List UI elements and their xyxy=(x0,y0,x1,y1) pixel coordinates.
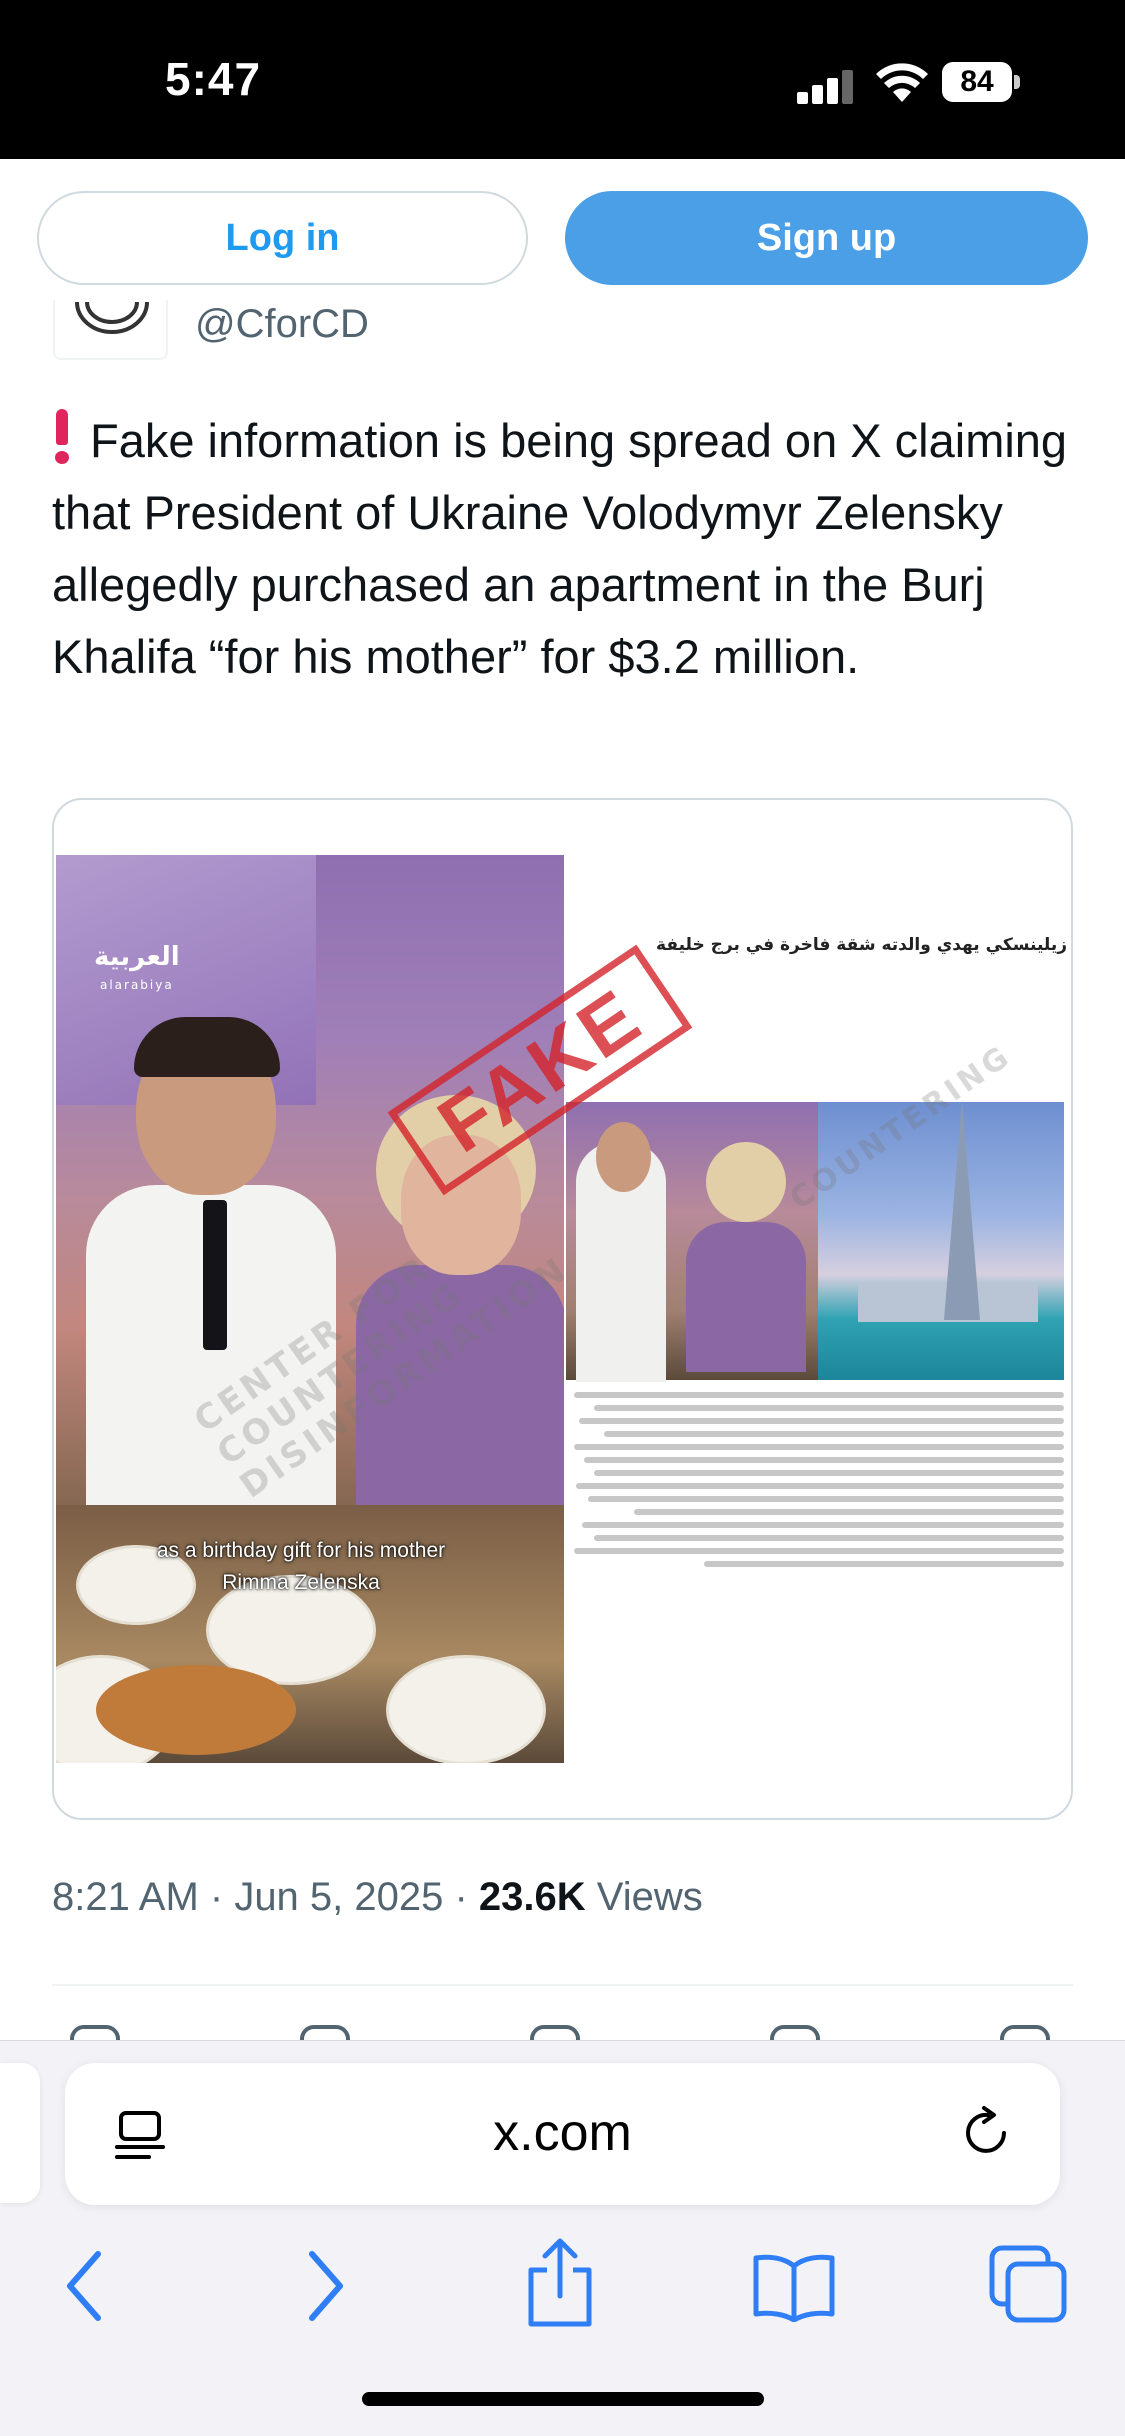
meta-separator: · xyxy=(443,1875,479,1919)
auth-bar: Log in Sign up xyxy=(0,159,1125,316)
article-body-lines xyxy=(566,1392,1064,1574)
address-bar[interactable]: x.com xyxy=(65,2063,1060,2205)
forward-icon[interactable] xyxy=(300,2246,350,2326)
tweet-body: Fake information is being spread on X cl… xyxy=(52,414,1068,683)
url-text[interactable]: x.com xyxy=(65,2103,1060,2163)
article-title: زيلينسكي يهدي والدته شقة فاخرة في برج خل… xyxy=(656,935,1067,955)
tweet-meta: 8:21 AM · Jun 5, 2025 · 23.6K Views xyxy=(52,1875,703,1920)
retweet-icon[interactable] xyxy=(300,2025,350,2041)
share-icon[interactable] xyxy=(523,2236,597,2328)
author-row: @CforCD xyxy=(0,300,1125,370)
like-icon[interactable] xyxy=(530,2025,580,2041)
alarabiya-logo: العربية alarabiya xyxy=(94,943,180,999)
browser-toolbar xyxy=(0,2236,1125,2346)
photo-zelensky-mother: العربية alarabiya CENTER FOR COUNTERING … xyxy=(56,855,564,1763)
home-indicator xyxy=(362,2392,764,2406)
back-icon[interactable] xyxy=(60,2246,110,2326)
browser-bottom-bar: x.com xyxy=(0,2040,1125,2436)
tweet-time[interactable]: 8:21 AM xyxy=(52,1875,199,1919)
divider xyxy=(52,1984,1073,1986)
alert-icon xyxy=(52,409,72,464)
battery-icon: 84 xyxy=(942,62,1020,102)
bookmarks-icon[interactable] xyxy=(752,2252,836,2322)
share-tweet-icon[interactable] xyxy=(1000,2025,1050,2041)
logo-arabic-text: العربية xyxy=(94,942,180,972)
previous-tab-edge[interactable] xyxy=(0,2063,40,2203)
battery-level: 84 xyxy=(942,62,1012,102)
author-handle[interactable]: @CforCD xyxy=(195,302,369,347)
wifi-icon xyxy=(876,63,928,102)
bookmark-icon[interactable] xyxy=(770,2025,820,2041)
reply-icon[interactable] xyxy=(70,2025,120,2041)
status-bar: 5:47 84 xyxy=(0,0,1125,159)
logo-latin-text: alarabiya xyxy=(99,978,174,992)
views-count: 23.6K xyxy=(478,1875,586,1919)
reload-icon[interactable] xyxy=(960,2105,1016,2161)
burj-khalifa-drawing xyxy=(944,1100,980,1320)
tabs-icon[interactable] xyxy=(988,2244,1068,2324)
article-photo-family xyxy=(566,1102,818,1382)
tweet-actions xyxy=(0,2025,1125,2041)
caption-line-2: Rimma Zelenska xyxy=(222,1571,380,1594)
avatar-logo-icon xyxy=(75,301,149,334)
meta-separator: · xyxy=(198,1875,235,1919)
views-label: Views xyxy=(585,1875,703,1919)
signal-icon xyxy=(797,70,855,104)
avatar[interactable] xyxy=(53,300,168,360)
status-time: 5:47 xyxy=(165,53,262,105)
photo-caption: as a birthday gift for his mother Rimma … xyxy=(86,1535,516,1599)
signup-button[interactable]: Sign up xyxy=(565,191,1088,285)
tweet-date[interactable]: Jun 5, 2025 xyxy=(234,1875,443,1919)
login-button[interactable]: Log in xyxy=(37,191,528,285)
tweet-text: Fake information is being spread on X cl… xyxy=(52,405,1082,693)
caption-line-1: as a birthday gift for his mother xyxy=(156,1539,446,1562)
